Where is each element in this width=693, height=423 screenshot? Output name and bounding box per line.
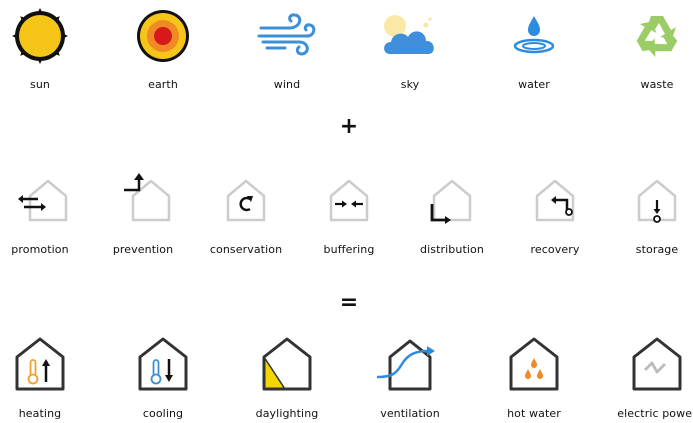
source-label-water: water	[518, 78, 550, 91]
service-label-ventilation: ventilation	[380, 407, 440, 420]
service-hot-water: hot water	[484, 336, 584, 423]
source-earth: earth	[113, 8, 213, 98]
strategy-promotion: promotion	[0, 172, 90, 262]
strategy-label-promotion: promotion	[11, 243, 69, 256]
strategy-label-prevention: prevention	[112, 243, 174, 256]
sky-icon	[384, 15, 434, 54]
service-label-electric-power: electric power	[617, 407, 693, 420]
service-label-cooling: cooling	[142, 407, 184, 420]
plus-operator: +	[339, 114, 359, 139]
ventilation-icon	[376, 339, 435, 391]
source-water: water	[484, 8, 584, 98]
cooling-icon	[138, 337, 188, 391]
daylighting-icon	[262, 337, 312, 391]
prevention-icon	[124, 173, 171, 222]
strategy-storage: storage	[607, 172, 693, 262]
distribution-icon	[430, 179, 472, 224]
strategy-label-storage: storage	[635, 243, 679, 256]
earth-icon	[137, 10, 189, 62]
recycle-icon	[636, 16, 678, 57]
storage-icon	[637, 179, 677, 223]
service-cooling: cooling	[113, 336, 213, 423]
source-label-sky: sky	[400, 78, 420, 91]
strategy-recovery: recovery	[505, 172, 605, 262]
hot-water-icon	[509, 337, 559, 391]
service-daylighting: daylighting	[237, 336, 337, 423]
service-electric-power: electric power	[607, 336, 693, 423]
strategy-label-recovery: recovery	[530, 243, 580, 256]
buffering-icon	[329, 179, 369, 222]
wind-icon	[257, 13, 316, 56]
strategy-buffering: buffering	[299, 172, 399, 262]
source-label-earth: earth	[148, 78, 178, 91]
strategy-label-distribution: distribution	[420, 243, 484, 256]
electric-power-icon	[632, 337, 682, 391]
source-sun: sun	[0, 8, 90, 98]
water-icon	[513, 16, 555, 54]
source-label-sun: sun	[30, 78, 50, 91]
strategy-prevention: prevention	[93, 172, 193, 262]
service-ventilation: ventilation	[360, 336, 460, 423]
service-heating: heating	[0, 336, 90, 423]
heating-icon	[15, 337, 65, 391]
source-label-waste: waste	[640, 78, 674, 91]
promotion-icon	[18, 179, 68, 222]
service-label-heating: heating	[18, 407, 62, 420]
service-label-daylighting: daylighting	[255, 407, 319, 420]
source-sky: sky	[360, 8, 460, 98]
sun-icon	[12, 8, 68, 64]
source-label-wind: wind	[273, 78, 301, 91]
service-label-hot-water: hot water	[507, 407, 561, 420]
source-waste: waste	[607, 8, 693, 98]
conservation-icon	[226, 179, 266, 222]
strategy-conservation: conservation	[196, 172, 296, 262]
equals-operator: =	[339, 290, 359, 315]
recovery-icon	[535, 179, 575, 222]
strategy-label-buffering: buffering	[323, 243, 375, 256]
source-wind: wind	[237, 8, 337, 98]
strategy-label-conservation: conservation	[209, 243, 283, 256]
strategy-distribution: distribution	[402, 172, 502, 262]
